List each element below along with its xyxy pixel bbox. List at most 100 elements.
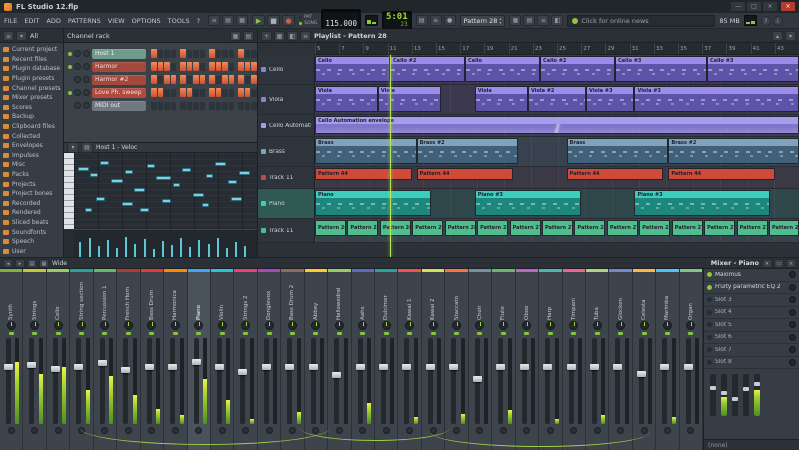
toolbar-icon[interactable]: ▤: [523, 15, 535, 26]
fader-handle[interactable]: [98, 360, 107, 366]
velocity-bar[interactable]: [153, 249, 155, 257]
toolbar-icon[interactable]: ≡: [430, 15, 442, 26]
step-cell[interactable]: [251, 88, 257, 97]
step-cell[interactable]: [151, 62, 157, 71]
fader-handle[interactable]: [332, 372, 341, 378]
track-color-icon[interactable]: [261, 123, 266, 128]
midi-note[interactable]: [206, 174, 213, 178]
step-cell[interactable]: [229, 62, 235, 71]
track-header[interactable]: Cello: [258, 55, 315, 84]
pan-knob[interactable]: [241, 321, 250, 330]
strip-route-button[interactable]: [680, 424, 702, 436]
velocity-bar[interactable]: [189, 247, 191, 257]
channel-pan-knob[interactable]: [74, 89, 81, 96]
strip-mute-led[interactable]: [56, 332, 61, 335]
pan-knob[interactable]: [686, 321, 695, 330]
pan-knob[interactable]: [616, 321, 625, 330]
pan-knob[interactable]: [54, 321, 63, 330]
time-display[interactable]: 5:01 23: [382, 11, 412, 30]
step-cell[interactable]: [158, 101, 164, 110]
strip-mute-led[interactable]: [313, 332, 318, 335]
pattern-clip[interactable]: Pattern 27: [672, 220, 703, 236]
pan-knob[interactable]: [77, 321, 86, 330]
track-lane[interactable]: Viola Viola Viola Viola #2 Viola: [315, 85, 799, 114]
fx-mix-knob[interactable]: [789, 346, 796, 353]
menu-item[interactable]: EDIT: [24, 17, 39, 25]
toolbar-icon[interactable]: ▤: [416, 15, 428, 26]
send-fader[interactable]: [732, 374, 738, 416]
menu-item[interactable]: TOOLS: [168, 17, 190, 25]
fader-track[interactable]: [264, 338, 269, 424]
mixer-strip[interactable]: Synth: [0, 269, 23, 450]
channel-volume-knob[interactable]: [83, 50, 90, 57]
step-cell[interactable]: [229, 49, 235, 58]
midi-note[interactable]: [182, 168, 191, 172]
browser-item[interactable]: Misc: [0, 160, 63, 170]
velocity-bar[interactable]: [217, 238, 219, 257]
step-cell[interactable]: [222, 75, 228, 84]
mixer-strip[interactable]: Timpani: [563, 269, 586, 450]
pan-knob[interactable]: [522, 321, 531, 330]
midi-note[interactable]: [228, 180, 237, 184]
pan-knob[interactable]: [288, 321, 297, 330]
velocity-bar[interactable]: [180, 238, 182, 257]
pan-knob[interactable]: [640, 321, 649, 330]
strip-mute-led[interactable]: [337, 332, 342, 335]
step-cell[interactable]: [238, 88, 244, 97]
step-cell[interactable]: [187, 49, 193, 58]
channel-led[interactable]: [68, 52, 72, 56]
track-header[interactable]: Track 11: [258, 167, 315, 188]
step-cell[interactable]: [238, 49, 244, 58]
pan-knob[interactable]: [335, 321, 344, 330]
mixer-strip[interactable]: Celesta: [633, 269, 656, 450]
fader-handle[interactable]: [449, 364, 458, 370]
step-cell[interactable]: [216, 62, 222, 71]
step-cell[interactable]: [171, 88, 177, 97]
channel-pan-knob[interactable]: [74, 63, 81, 70]
step-cell[interactable]: [222, 49, 228, 58]
step-cell[interactable]: [187, 88, 193, 97]
strip-route-button[interactable]: [328, 424, 350, 436]
pan-knob[interactable]: [171, 321, 180, 330]
step-cell[interactable]: [216, 101, 222, 110]
window-button[interactable]: —: [731, 2, 745, 11]
velocity-bar[interactable]: [198, 240, 200, 257]
step-cell[interactable]: [193, 75, 199, 84]
menu-item[interactable]: VIEW: [108, 17, 125, 25]
midi-note[interactable]: [100, 161, 109, 165]
fader-handle[interactable]: [74, 364, 83, 370]
channel-led[interactable]: [68, 78, 72, 82]
velocity-bar[interactable]: [208, 244, 210, 257]
step-cell[interactable]: [193, 88, 199, 97]
step-cell[interactable]: [200, 49, 206, 58]
pan-knob[interactable]: [311, 321, 320, 330]
step-cell[interactable]: [158, 62, 164, 71]
pan-knob[interactable]: [218, 321, 227, 330]
fx-enable-led[interactable]: [707, 297, 712, 302]
strip-route-button[interactable]: [305, 424, 327, 436]
strip-mute-led[interactable]: [618, 332, 623, 335]
rack-toolbar-icon[interactable]: ▦: [230, 31, 241, 41]
velocity-bar[interactable]: [144, 239, 146, 257]
toolbar-icon[interactable]: ●: [444, 15, 456, 26]
step-cell[interactable]: [187, 62, 193, 71]
fx-slot[interactable]: Slot 3: [704, 294, 799, 307]
strip-mute-led[interactable]: [407, 332, 412, 335]
strip-mute-led[interactable]: [571, 332, 576, 335]
send-fader-handle[interactable]: [710, 386, 716, 390]
strip-mute-led[interactable]: [501, 332, 506, 335]
fx-enable-led[interactable]: [707, 360, 712, 365]
strip-route-button[interactable]: [445, 424, 467, 436]
track-header[interactable]: Viola: [258, 85, 315, 114]
strip-route-button[interactable]: [258, 424, 280, 436]
channel-volume-knob[interactable]: [83, 76, 90, 83]
fader-track[interactable]: [451, 338, 456, 424]
browser-item[interactable]: Project bones: [0, 189, 63, 199]
strip-mute-led[interactable]: [524, 332, 529, 335]
pattern-clip[interactable]: Pattern 26: [380, 220, 411, 236]
strip-route-button[interactable]: [70, 424, 92, 436]
pattern-clip[interactable]: Piano: [315, 190, 431, 216]
pan-knob[interactable]: [265, 321, 274, 330]
channel-led[interactable]: [68, 65, 72, 69]
velocity-bar[interactable]: [125, 237, 127, 257]
